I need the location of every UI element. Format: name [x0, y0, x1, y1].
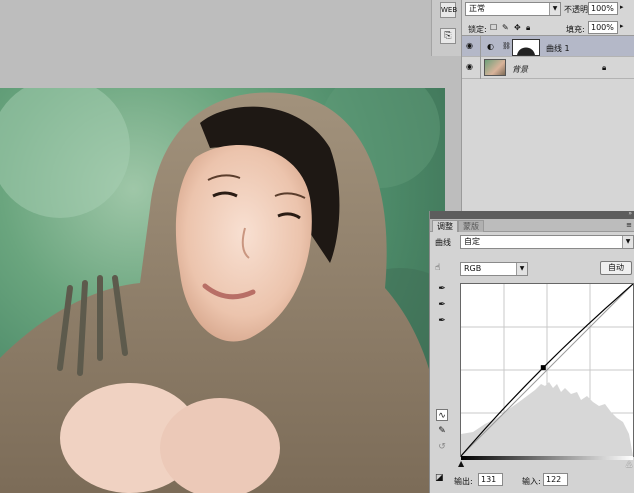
channel-value: RGB — [464, 264, 482, 273]
input-value: 122 — [546, 475, 562, 484]
lock-icon: 🔒︎ — [602, 63, 607, 72]
smooth-icon[interactable]: ↺ — [436, 441, 448, 453]
panel-titlebar[interactable]: » — [430, 210, 634, 219]
eyedropper-white-icon[interactable]: ✒ — [436, 315, 448, 327]
auto-button[interactable]: 自动 — [600, 261, 632, 275]
panel-dock-strip: WEB ⎘ — [431, 0, 461, 56]
adjustments-panel: » 调整 蒙版 ≡ 曲线 自定 ▼ ☝ RGB ▼ 自动 ✒ ✒ ✒ ∿ ✎ ↺… — [429, 210, 634, 493]
fill-value: 100% — [591, 23, 614, 32]
white-point-slider-icon[interactable]: △ — [626, 459, 632, 468]
preset-label: 曲线 — [435, 238, 451, 247]
panel-menu-icon[interactable]: ≡ — [626, 221, 632, 229]
output-label: 输出: — [454, 477, 473, 486]
layer-mask-thumbnail[interactable] — [512, 39, 540, 56]
fill-input[interactable]: 100% — [588, 21, 618, 34]
preset-select[interactable]: 自定 ▼ — [460, 235, 634, 249]
blend-mode-value: 正常 — [469, 4, 485, 13]
chevron-right-icon[interactable]: ▸ — [620, 3, 624, 11]
black-point-slider-icon[interactable]: ▲ — [458, 459, 464, 468]
input-field[interactable]: 122 — [543, 473, 568, 486]
channel-select[interactable]: RGB ▼ — [460, 262, 528, 276]
histogram — [461, 382, 633, 456]
lock-label: 锁定: — [468, 25, 487, 34]
web-icon[interactable]: WEB — [440, 2, 457, 18]
opacity-input[interactable]: 100% — [588, 2, 618, 15]
layer-divider — [480, 36, 481, 58]
mask-shape — [517, 47, 535, 55]
adjustment-layer-icon: ◐ — [487, 42, 494, 51]
input-label: 输入: — [522, 477, 541, 486]
blend-mode-select[interactable]: 正常 ▼ — [465, 2, 561, 16]
layer-row-curves[interactable]: ◉ ◐ ⛓ 曲线 1 — [462, 35, 634, 58]
control-point[interactable] — [540, 365, 546, 371]
layer-thumbnail[interactable] — [484, 59, 506, 76]
chevron-right-icon[interactable]: ▸ — [620, 22, 624, 30]
layer-name: 背景 — [512, 65, 528, 74]
curve-graph[interactable] — [460, 283, 634, 460]
photo-artwork — [0, 88, 445, 493]
chain-link-icon[interactable]: ⛓ — [502, 42, 511, 50]
layer-name: 曲线 1 — [546, 44, 570, 53]
curve-point-tool-icon[interactable]: ∿ — [436, 409, 448, 421]
tab-adjustments[interactable]: 调整 — [432, 220, 458, 232]
collapse-icon[interactable]: » — [628, 210, 632, 217]
output-value: 131 — [481, 475, 497, 484]
fill-label: 填充: — [566, 25, 585, 34]
pencil-icon[interactable]: ✎ — [436, 425, 448, 437]
lock-move-icon[interactable]: ✥ — [514, 23, 521, 32]
output-input[interactable]: 131 — [478, 473, 503, 486]
lock-transparent-icon[interactable]: ☐ — [490, 23, 497, 32]
eye-icon[interactable]: ◉ — [466, 63, 476, 71]
eye-icon[interactable]: ◉ — [466, 42, 476, 50]
on-image-adjust-icon[interactable]: ☝ — [435, 263, 440, 273]
eyedropper-black-icon[interactable]: ✒ — [436, 283, 448, 295]
eyedropper-gray-icon[interactable]: ✒ — [436, 299, 448, 311]
lock-all-icon[interactable]: 🔒︎ — [526, 23, 530, 33]
chevron-down-icon: ▼ — [516, 263, 527, 275]
document-photo[interactable] — [0, 88, 445, 493]
adjustments-tabs: 调整 蒙版 ≡ — [430, 219, 634, 232]
layers-panel: 正常 ▼ 不透明度: 100% ▸ 锁定: ☐ ✎ ✥ 🔒︎ 填充: 100% … — [461, 0, 634, 212]
chevron-down-icon: ▼ — [622, 236, 633, 248]
clipping-icon[interactable]: ◪ — [435, 473, 444, 483]
layer-row-background[interactable]: ◉ 背景 🔒︎ — [462, 57, 634, 79]
chevron-down-icon: ▼ — [549, 3, 560, 15]
preset-value: 自定 — [464, 237, 480, 246]
tab-masks[interactable]: 蒙版 — [458, 220, 484, 232]
lock-brush-icon[interactable]: ✎ — [502, 23, 509, 32]
opacity-value: 100% — [591, 4, 614, 13]
curve-svg — [460, 283, 634, 457]
layer-divider — [480, 57, 481, 79]
pin-icon[interactable]: ⎘ — [440, 28, 456, 44]
input-gradient-bar — [461, 456, 633, 460]
